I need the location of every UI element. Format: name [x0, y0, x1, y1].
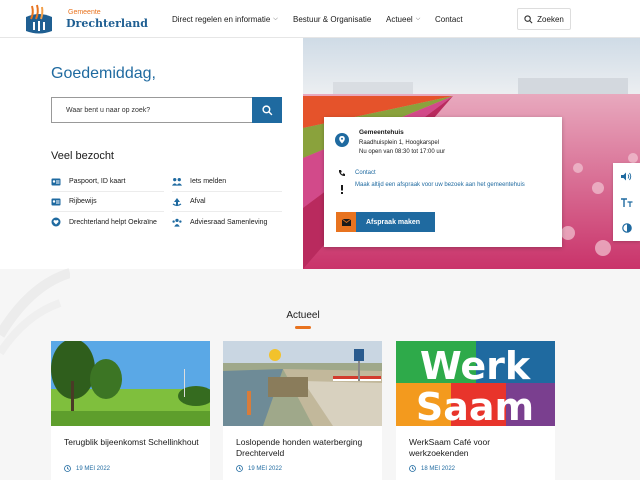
popular-link-afval[interactable]: Afval — [172, 192, 282, 212]
clock-icon — [236, 465, 243, 472]
nav-direct-regelen[interactable]: Direct regelen en informatie ⌵ — [172, 0, 278, 38]
appointment-button[interactable]: Afspraak maken — [336, 212, 435, 232]
nav-bestuur[interactable]: Bestuur & Organisatie — [293, 0, 371, 38]
news-title: Loslopende honden waterberging Drechterv… — [236, 437, 363, 458]
location-address: Raadhuisplein 1, Hoogkarspel — [359, 140, 440, 146]
logo-mark-icon — [26, 4, 52, 34]
search-icon — [261, 104, 272, 115]
popular-link-oekraine[interactable]: Drechterland helpt Oekraïne — [51, 212, 164, 232]
search-placeholder: Waar bent u naar op zoek? — [66, 107, 151, 114]
news-date-label: 19 MEI 2022 — [76, 465, 111, 472]
contrast-icon — [621, 223, 632, 233]
news-image-park — [51, 341, 210, 426]
news-title: WerkSaam Café voor werkzoekenden — [409, 437, 491, 458]
contrast-button[interactable] — [613, 215, 640, 241]
popular-link-adviesraad[interactable]: Adviesraad Samenleving — [172, 212, 282, 232]
text-size-icon — [620, 197, 632, 207]
search-icon — [524, 14, 533, 23]
news-card-schellinkhout[interactable]: Terugblik bijeenkomst Schellinkhout 19 M… — [51, 341, 210, 480]
text-size-button[interactable] — [613, 189, 640, 215]
nav-label: Bestuur & Organisatie — [293, 14, 372, 24]
site-logo[interactable]: Gemeente Drechterland — [22, 3, 152, 35]
chevron-down-icon: ⌵ — [415, 15, 421, 22]
news-section-title: Actueel — [286, 310, 320, 321]
recycle-icon — [172, 197, 182, 207]
news-image-waterberging — [223, 341, 382, 426]
nav-actueel[interactable]: Actueel ⌵ — [386, 0, 420, 38]
popular-link-paspoort[interactable]: Paspoort, ID kaart — [51, 172, 164, 192]
accessibility-toolbar — [613, 163, 640, 241]
site-header: Gemeente Drechterland Direct regelen en … — [0, 0, 640, 38]
nav-label: Actueel — [386, 14, 413, 24]
popular-link-iets-melden[interactable]: Iets melden — [172, 172, 282, 192]
site-search-input[interactable]: Waar bent u naar op zoek? — [51, 97, 252, 123]
heart-hands-icon — [51, 217, 61, 227]
clock-icon — [64, 465, 71, 472]
news-title-underline — [295, 326, 311, 329]
speaker-icon — [621, 172, 632, 180]
popular-link-label: Paspoort, ID kaart — [69, 178, 126, 185]
opening-hours: Nu open van 08:30 tot 17:00 uur — [359, 149, 446, 155]
appointment-button-label: Afspraak maken — [366, 218, 421, 226]
popular-title: Veel bezocht — [51, 150, 114, 162]
news-image-werksaam-logo: Werk Saam — [396, 341, 555, 426]
clock-icon — [409, 465, 416, 472]
popular-link-label: Afval — [190, 198, 206, 205]
popular-link-label: Adviesraad Samenleving — [190, 218, 268, 226]
news-card-loslopende-honden[interactable]: Loslopende honden waterberging Drechterv… — [223, 341, 382, 480]
appointment-info-link[interactable]: Maak altijd een afspraak voor uw bezoek … — [355, 181, 545, 190]
nav-contact[interactable]: Contact — [435, 0, 463, 38]
popular-link-rijbewijs[interactable]: Rijbewijs — [51, 192, 164, 212]
popular-link-label: Drechterland helpt Oekraïne — [69, 218, 157, 226]
contact-link[interactable]: Contact — [355, 169, 376, 178]
people-icon — [172, 177, 182, 187]
envelope-icon — [336, 212, 356, 232]
logo-small-text: Gemeente — [68, 9, 101, 16]
greeting-title: Goedemiddag, — [51, 65, 156, 82]
popular-link-label: Rijbewijs — [69, 198, 97, 205]
news-date-label: 18 MEI 2022 — [421, 465, 456, 472]
news-card-werksaam[interactable]: Werk Saam WerkSaam Café voor werkzoekend… — [396, 341, 555, 480]
logo-name: Drechterland — [66, 17, 148, 30]
nav-label: Direct regelen en informatie — [172, 14, 271, 24]
news-date: 19 MEI 2022 — [236, 465, 282, 472]
search-label: Zoeken — [537, 14, 564, 24]
news-date: 19 MEI 2022 — [64, 465, 110, 472]
chevron-down-icon: ⌵ — [273, 15, 278, 22]
group-icon — [172, 217, 182, 227]
read-aloud-button[interactable] — [613, 163, 640, 189]
site-search-submit-button[interactable] — [252, 97, 282, 123]
id-card-icon — [51, 177, 61, 187]
header-search-button[interactable]: Zoeken — [517, 8, 571, 30]
news-date: 18 MEI 2022 — [409, 465, 455, 472]
location-pin-icon — [335, 133, 349, 147]
hero-left-panel: Goedemiddag, Waar bent u naar op zoek? V… — [0, 38, 303, 269]
werksaam-logo-word1: Werk — [420, 344, 531, 388]
popular-link-label: Iets melden — [190, 178, 227, 185]
phone-icon — [339, 170, 345, 177]
news-date-label: 19 MEI 2022 — [248, 465, 283, 472]
license-icon — [51, 197, 61, 207]
werksaam-logo-word2: Saam — [416, 385, 534, 426]
location-name: Gemeentehuis — [359, 129, 404, 136]
nav-label: Contact — [435, 14, 463, 24]
contact-card: Gemeentehuis Raadhuisplein 1, Hoogkarspe… — [324, 117, 562, 247]
news-title: Terugblik bijeenkomst Schellinkhout — [64, 437, 199, 447]
exclamation-icon — [341, 185, 343, 194]
